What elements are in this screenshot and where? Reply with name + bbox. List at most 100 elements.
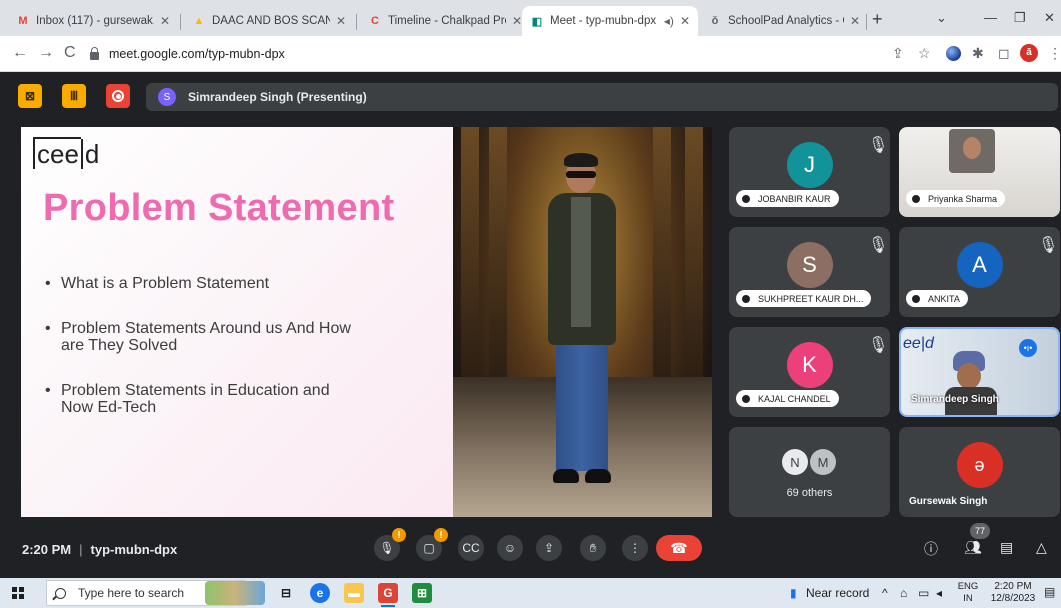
avatar: J [786,142,833,188]
participant-tile[interactable]: K 🎙︎ KAJAL CHANDEL [729,327,890,417]
close-icon[interactable]: ✕ [680,14,690,28]
reactions-button[interactable]: ☺ [497,535,523,561]
slide-bullet: What is a Problem Statement [45,275,445,292]
participant-count-badge: 77 [970,523,990,539]
close-icon[interactable]: ✕ [160,14,170,28]
mic-off-icon: 🎙︎ [1038,237,1059,254]
mic-in-use-icon[interactable]: ▮ [790,586,797,600]
forward-button[interactable]: → [38,44,54,62]
tab-gmail[interactable]: M Inbox (117) - gursewak.singh ✕ [8,6,178,36]
meet-icon: ◧ [531,15,543,28]
reload-button[interactable]: C [64,44,76,62]
activities-icon[interactable]: ⊠ [18,84,42,108]
extensions-puzzle-icon[interactable]: ✱ [972,45,984,61]
present-button[interactable]: ⇪ [536,535,562,561]
avatar: M [810,449,836,475]
speaker-icon[interactable]: ◂) [664,14,674,28]
notifications-icon[interactable]: ▤ [1044,585,1055,599]
language-indicator[interactable]: ENG IN [956,581,980,605]
minimize-button[interactable]: — [984,10,997,25]
participant-name: Simrandeep Singh [911,394,999,405]
windows-start-icon[interactable] [12,587,24,599]
ceed-logo: cee d [33,137,100,170]
search-highlight-image [205,581,265,605]
tab-title: Meet - typ-mubn-dpx [550,15,657,27]
presenter-banner: S Simrandeep Singh (Presenting) [146,83,1058,111]
recording-icon[interactable] [106,84,130,108]
schoolpad-icon: ǒ [711,15,719,27]
mic-off-icon: 🎙︎ [868,137,889,154]
avatar: A [956,242,1003,288]
tab-title: Timeline - Chalkpad Pro [388,15,506,27]
tab-search-icon[interactable]: ⌄ [936,10,947,26]
people-icon[interactable]: 👥︎ [964,539,982,556]
sidepanel-icon[interactable]: ◻ [998,45,1010,61]
participant-name: SUKHPREET KAUR DH... [736,290,872,307]
tab-title: Inbox (117) - gursewak.singh [36,15,154,27]
participant-name: Priyanka Sharma [906,190,1006,207]
whiteboard-icon[interactable]: Ⅲ [62,84,86,108]
close-icon[interactable]: ✕ [850,14,860,28]
lock-icon [90,47,99,60]
end-call-button[interactable]: ☎ [656,535,702,561]
gmail-icon: M [18,15,28,27]
back-button[interactable]: ← [12,44,28,62]
schoolpad-logo-icon: ǝ [956,442,1003,488]
meeting-time-code: 2:20 PM | typ-mubn-dpx [22,542,178,557]
activities-shapes-icon[interactable]: △ [1036,539,1047,556]
participant-tile[interactable]: A 🎙︎ ANKITA [899,227,1060,317]
tab-chalkpad[interactable]: C Timeline - Chalkpad Pro ✕ [360,6,530,36]
edge-icon[interactable]: e [310,583,330,603]
camera-toggle-button[interactable]: ▢! [416,528,448,561]
restore-button[interactable]: ❐ [1014,10,1026,26]
meeting-info-icon[interactable]: ⓘ [924,539,938,559]
more-options-button[interactable]: ⋮ [622,535,648,561]
close-icon[interactable]: ✕ [336,14,346,28]
bookmark-star-icon[interactable]: ☆ [918,45,931,61]
task-view-icon[interactable]: ⊟ [276,583,296,603]
participant-tile[interactable]: 🎙︎ Priyanka Sharma [899,127,1060,217]
meet-controls-bar: 2:20 PM | typ-mubn-dpx 🎙︎! ▢! CC ☺ ⇪ ✋︎ ⋮ … [0,523,1061,577]
others-tile[interactable]: N M 69 others [729,427,890,517]
profile-avatar[interactable]: ā [1020,44,1038,62]
presenter-label: Simrandeep Singh (Presenting) [188,90,367,104]
participant-name: JOBANBIR KAUR [736,190,839,207]
file-explorer-icon[interactable]: ▬ [344,583,364,603]
extension-globe-icon[interactable] [946,46,961,61]
drive-icon: ▲ [193,15,205,27]
captions-button[interactable]: CC [458,535,484,561]
participant-tile[interactable]: J 🎙︎ JOBANBIR KAUR [729,127,890,217]
share-icon[interactable]: ⇪ [892,45,904,61]
slide-title: Problem Statement [43,187,395,229]
speaking-indicator-icon: •ı• [1019,339,1037,357]
participant-name: Gursewak Singh [909,496,988,507]
mic-off-icon: 🎙︎ [1038,137,1059,154]
tab-meet[interactable]: ◧ Meet - typ-mubn-dpx ◂) ✕ [522,6,698,36]
chat-icon[interactable]: ▤ [1000,539,1013,556]
excel-icon[interactable]: ⊞ [412,583,432,603]
tab-drive[interactable]: ▲ DAAC AND BOS SCAN FILE ✕ [184,6,354,36]
close-icon[interactable]: ✕ [512,14,522,28]
new-tab-button[interactable]: + [872,10,883,28]
chrome-icon[interactable]: G [378,583,398,607]
close-window-button[interactable]: ✕ [1044,10,1055,26]
slide-bullets: What is a Problem Statement Problem Stat… [45,275,445,444]
volume-icon[interactable]: ◂ [936,586,942,600]
tab-schoolpad[interactable]: ǒ SchoolPad Analytics - Chitka ✕ [700,6,868,36]
mic-off-icon: 🎙︎ [868,337,889,354]
participant-name: KAJAL CHANDEL [736,390,839,407]
avatar: K [786,342,833,388]
self-tile[interactable]: ǝ Gursewak Singh [899,427,1060,517]
browser-menu-icon[interactable]: ⋮ [1048,45,1061,61]
tray-chevron-icon[interactable]: ^ [882,586,888,600]
mic-toggle-button[interactable]: 🎙︎! [374,528,406,561]
raise-hand-button[interactable]: ✋︎ [580,535,606,561]
network-icon[interactable]: ⌂ [900,586,907,600]
display-icon[interactable]: ▭ [918,586,929,600]
participant-tile-active-speaker[interactable]: ee|d •ı• Simrandeep Singh [899,327,1060,417]
taskbar-clock[interactable]: 2:20 PM 12/8/2023 [988,581,1038,605]
url-text: meet.google.com/typ-mubn-dpx [109,47,285,61]
address-bar[interactable]: meet.google.com/typ-mubn-dpx [90,41,890,67]
participant-tile[interactable]: S 🎙︎ SUKHPREET KAUR DH... [729,227,890,317]
windows-taskbar: Type here to search ⊟ e ▬ G ⊞ ▮ Near rec… [0,578,1061,608]
